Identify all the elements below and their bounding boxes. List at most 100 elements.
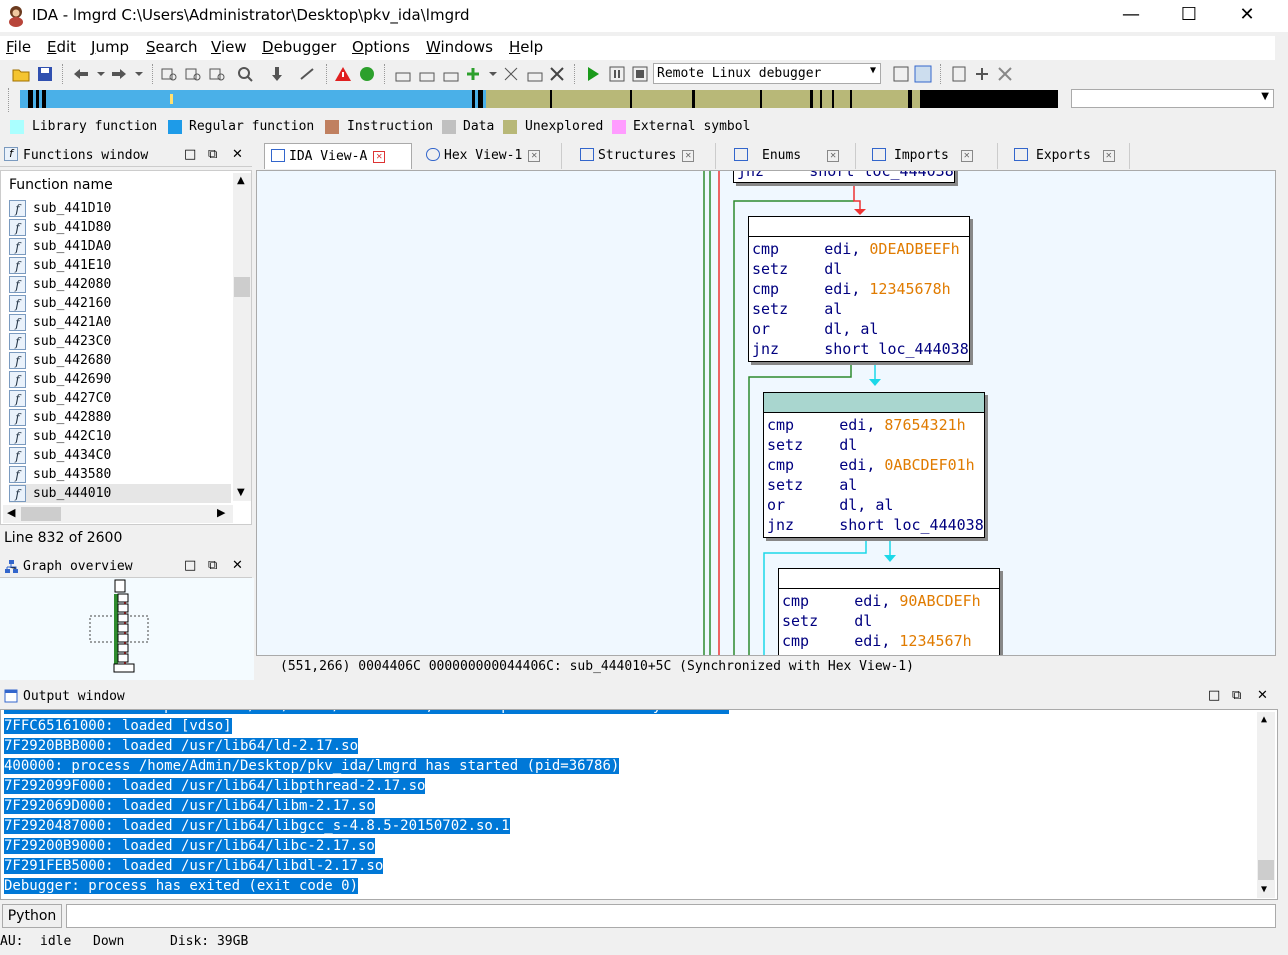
instruction-line[interactable]: jnz short loc_444038 xyxy=(752,340,969,360)
close-icon[interactable]: ✕ xyxy=(373,151,386,163)
instruction-line[interactable]: cmp edi, 0ABCDEF01h xyxy=(767,456,975,476)
instruction-line[interactable]: setz dl xyxy=(767,436,857,456)
jump-icon[interactable] xyxy=(298,65,316,83)
function-list-item[interactable]: f sub_444010 xyxy=(9,484,231,503)
chevron-up-icon[interactable]: ▲ xyxy=(237,175,245,186)
python-command-input[interactable] xyxy=(66,904,1276,928)
menu-view[interactable]: View xyxy=(211,38,247,56)
instruction-line[interactable]: or dl, al xyxy=(767,496,893,516)
output-line[interactable]: 7F292099F000: loaded /usr/lib64/libpthre… xyxy=(4,778,426,798)
function-list-item[interactable]: f sub_441E10 xyxy=(9,256,231,275)
function-list-item[interactable]: f sub_441DA0 xyxy=(9,237,231,256)
close-icon[interactable]: ✕ xyxy=(1102,150,1115,162)
instruction-line[interactable]: cmp edi, 0DEADBEEFh xyxy=(752,240,960,260)
add-breakpoint-icon[interactable] xyxy=(973,65,991,83)
chevron-down-icon[interactable] xyxy=(92,65,110,83)
chevron-up-icon[interactable]: ▲ xyxy=(1261,714,1267,725)
output-line[interactable]: 7F292069D000: loaded /usr/lib64/libm-2.1… xyxy=(4,798,375,818)
code-icon[interactable] xyxy=(394,65,412,83)
close-button[interactable]: ✕ xyxy=(1218,0,1276,32)
close-icon[interactable]: ✕ xyxy=(827,150,840,162)
function-list-item[interactable]: f sub_442080 xyxy=(9,275,231,294)
instruction-line[interactable]: cmp edi, 12345678h xyxy=(752,280,951,300)
graph-overview-minimap[interactable] xyxy=(0,578,254,680)
scrollbar-thumb[interactable] xyxy=(1258,860,1274,880)
close-icon[interactable]: ✕ xyxy=(232,558,243,573)
float-icon[interactable]: ⧉ xyxy=(1232,688,1241,703)
tab-enums[interactable]: Enums ✕ xyxy=(718,143,856,169)
output-line[interactable]: 7F291FEB5000: loaded /usr/lib64/libdl-2.… xyxy=(4,858,384,878)
instruction-line[interactable]: cmp edi, 90ABCDEFh xyxy=(782,592,981,612)
restore-icon[interactable]: □ xyxy=(1208,688,1220,703)
instruction-line[interactable]: or dl, al xyxy=(752,320,878,340)
function-name-column-header[interactable]: Function name xyxy=(9,177,113,193)
navigation-band-bar[interactable] xyxy=(20,90,1058,108)
search-immediate-icon[interactable] xyxy=(208,65,226,83)
function-list-item[interactable]: f sub_443580 xyxy=(9,465,231,484)
output-log[interactable]: Found a valid interpreter in /usr/lib64/… xyxy=(0,709,1278,900)
stop-icon[interactable] xyxy=(631,65,649,83)
output-line[interactable]: 400000: process /home/Admin/Desktop/pkv_… xyxy=(4,758,620,778)
string-icon[interactable] xyxy=(442,65,460,83)
close-icon[interactable]: ✕ xyxy=(232,147,243,162)
instruction-line[interactable]: jnz short loc_444038 xyxy=(737,171,954,182)
function-list-item[interactable]: f sub_4421A0 xyxy=(9,313,231,332)
back-arrow-icon[interactable] xyxy=(72,65,90,83)
function-list-item[interactable]: f sub_442880 xyxy=(9,408,231,427)
chevron-down-icon[interactable] xyxy=(484,65,502,83)
float-icon[interactable]: ⧉ xyxy=(208,558,217,573)
scrollbar-thumb[interactable] xyxy=(21,507,61,521)
chevron-right-icon[interactable]: ▶ xyxy=(217,506,225,519)
tab-exports[interactable]: Exports ✕ xyxy=(1000,143,1130,169)
menu-debugger[interactable]: Debugger xyxy=(262,38,336,56)
output-vertical-scrollbar[interactable]: ▲ ▼ xyxy=(1257,712,1275,898)
undefine-icon[interactable] xyxy=(548,65,566,83)
play-icon[interactable] xyxy=(584,65,602,83)
instruction-line[interactable]: setz dl xyxy=(752,260,842,280)
restore-icon[interactable]: □ xyxy=(184,558,196,573)
ida-graph-view[interactable]: jnz short loc_444038 cmp edi, 0DEADBEEFh… xyxy=(256,170,1276,656)
menu-edit[interactable]: Edit xyxy=(47,38,76,56)
float-icon[interactable]: ⧉ xyxy=(208,147,217,162)
output-line[interactable]: 7FFC65161000: loaded [vdso] xyxy=(4,718,232,738)
open-folder-icon[interactable] xyxy=(12,65,30,83)
graph-overview-canvas[interactable] xyxy=(0,578,254,680)
down-arrow-icon[interactable] xyxy=(268,65,286,83)
navigation-band-select[interactable]: ▼ xyxy=(1071,89,1274,108)
functions-list[interactable]: Function name f sub_441D10 f sub_441D80 f sub… xyxy=(0,170,252,525)
pause-icon[interactable] xyxy=(608,65,626,83)
save-icon[interactable] xyxy=(36,65,54,83)
green-status-icon[interactable] xyxy=(358,65,376,83)
output-line[interactable]: 7F29200B9000: loaded /usr/lib64/libc-2.1… xyxy=(4,838,375,858)
close-icon[interactable]: ✕ xyxy=(528,150,541,162)
forward-arrow-icon[interactable] xyxy=(110,65,128,83)
close-icon[interactable]: ✕ xyxy=(682,150,695,162)
cross-reference-icon[interactable] xyxy=(502,65,520,83)
minimize-button[interactable]: — xyxy=(1102,0,1160,32)
chevron-left-icon[interactable]: ◀ xyxy=(7,506,15,519)
scrollbar-thumb[interactable] xyxy=(234,277,250,297)
data-icon[interactable] xyxy=(418,65,436,83)
function-list-item[interactable]: f sub_4423C0 xyxy=(9,332,231,351)
python-button[interactable]: Python xyxy=(2,904,62,928)
delete-breakpoint-icon[interactable] xyxy=(996,65,1014,83)
functions-horizontal-scrollbar[interactable]: ◀ ▶ xyxy=(3,505,233,523)
output-line[interactable]: Debugger: process has exited (exit code … xyxy=(4,878,359,898)
warning-icon[interactable] xyxy=(334,65,352,83)
function-list-item[interactable]: f sub_442680 xyxy=(9,351,231,370)
tab-structures[interactable]: Structures ✕ xyxy=(566,143,716,169)
menu-file[interactable]: File xyxy=(6,38,31,56)
output-line[interactable]: 7F2920487000: loaded /usr/lib64/libgcc_s… xyxy=(4,818,510,838)
menu-search[interactable]: Search xyxy=(146,38,198,56)
instruction-line[interactable]: setz dl xyxy=(782,612,872,632)
instruction-line[interactable]: setz al xyxy=(767,476,857,496)
menu-help[interactable]: Help xyxy=(509,38,543,56)
step-into-icon[interactable] xyxy=(892,65,910,83)
search-text-icon[interactable] xyxy=(184,65,202,83)
tab-imports[interactable]: Imports ✕ xyxy=(858,143,998,169)
menu-jump[interactable]: Jump xyxy=(91,38,129,56)
function-list-item[interactable]: f sub_441D10 xyxy=(9,199,231,218)
patch-icon[interactable] xyxy=(526,65,544,83)
add-segment-icon[interactable] xyxy=(464,65,482,83)
menu-options[interactable]: Options xyxy=(352,38,410,56)
